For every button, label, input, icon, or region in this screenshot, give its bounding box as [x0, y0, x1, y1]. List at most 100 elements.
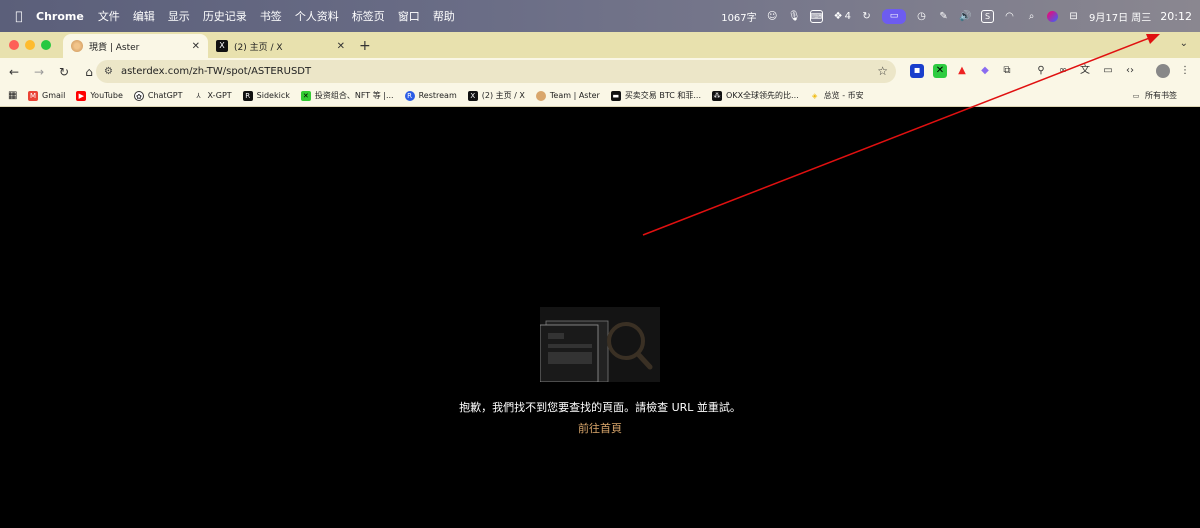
aster-favicon-icon [71, 40, 83, 52]
extension-glasses-icon[interactable]: ∞ [1056, 64, 1070, 78]
bookmark-label: 总览 - 币安 [823, 91, 864, 100]
menu-view[interactable]: 显示 [168, 8, 190, 24]
wechat-badge-count: 4 [844, 10, 852, 22]
bookmark-sidekick[interactable]: R Sidekick [242, 90, 290, 101]
extension-bike-icon[interactable]: ⚲ [1034, 64, 1048, 78]
bookmark-chatgpt[interactable]: ✿ ChatGPT [133, 90, 183, 101]
menu-history[interactable]: 历史记录 [203, 8, 247, 24]
cast-icon[interactable]: ▭ [1101, 64, 1115, 78]
extension-blue-icon[interactable]: ▪ [910, 64, 924, 78]
bookmark-gmail[interactable]: M Gmail [28, 90, 65, 101]
extension-purple-icon[interactable]: ◆ [978, 64, 992, 78]
control-center-icon[interactable]: ⊟ [1067, 10, 1080, 23]
forward-button[interactable]: → [28, 65, 50, 79]
go-home-link[interactable]: 前往首頁 [0, 420, 1200, 436]
new-tab-button[interactable]: + [359, 38, 371, 54]
apps-grid-icon[interactable]: ▦ [8, 90, 18, 101]
chatgpt-icon: ✿ [133, 90, 144, 101]
extension-green-icon[interactable]: ✕ [933, 64, 947, 78]
bookmark-restream[interactable]: R Restream [404, 90, 457, 101]
close-tab-icon[interactable]: ✕ [192, 41, 200, 52]
wechat-icon: ❖ [833, 10, 843, 22]
menu-file[interactable]: 文件 [98, 8, 120, 24]
menu-help[interactable]: 帮助 [433, 8, 455, 24]
browser-toolbar: ← → ↻ ⌂ ⚙ asterdex.com/zh-TW/spot/ASTERU… [0, 58, 1200, 85]
microphone-icon[interactable]: 🎙 [788, 10, 801, 23]
bookmark-label: 投资组合、NFT 等 |... [314, 91, 394, 100]
menubar-status-area: 1067字 ☺ 🎙 ⌨ ❖ 4 ↻ ▭ ◷ ✎ 🔊 S ◠ ⌕ ⊟ 9月17日 周… [721, 0, 1192, 32]
not-found-message: 抱歉，我們找不到您要查找的頁面。請檢查 URL 並重試。 [459, 401, 741, 414]
extension-red-icon[interactable]: ▲ [955, 64, 969, 78]
menu-tab[interactable]: 标签页 [352, 8, 385, 24]
bookmark-label: Restream [418, 91, 457, 100]
tab-search-chevron-down-icon[interactable]: ⌄ [1180, 38, 1188, 49]
bookmarks-bar: ▦ M Gmail ▶ YouTube ✿ ChatGPT ⅄ X-GPT R Sidek… [0, 85, 1200, 107]
clock-icon[interactable]: ◷ [915, 10, 928, 23]
wifi-icon[interactable]: ◠ [1003, 10, 1016, 23]
site-info-icon[interactable]: ⚙ [104, 66, 113, 77]
apple-icon[interactable]:  [12, 9, 26, 23]
folder-icon: ▭ [1132, 91, 1140, 100]
window-controls [9, 40, 51, 50]
extensions-puzzle-icon[interactable]: ⧉ [1000, 64, 1014, 78]
sketch-icon[interactable]: S [981, 9, 995, 23]
x-gpt-icon: ⅄ [196, 91, 201, 100]
bookmark-star-icon[interactable]: ☆ [877, 64, 888, 78]
menu-profiles[interactable]: 个人资料 [295, 8, 339, 24]
close-window-button[interactable] [9, 40, 19, 50]
notes-icon[interactable]: ✎ [937, 10, 950, 23]
aster-icon [535, 90, 546, 101]
bookmark-label: 买卖交易 BTC 和菲... [624, 91, 702, 100]
wechat-status[interactable]: ❖ 4 [832, 10, 851, 23]
menubar-date[interactable]: 9月17日 周三 [1089, 9, 1151, 24]
volume-icon[interactable]: 🔊 [959, 10, 972, 23]
address-bar[interactable]: ⚙ asterdex.com/zh-TW/spot/ASTERUSDT ☆ [96, 60, 896, 83]
emoji-icon[interactable]: ☺ [766, 10, 779, 23]
sync-icon[interactable]: ↻ [860, 10, 873, 23]
word-count-status[interactable]: 1067字 [721, 9, 756, 24]
devtools-code-icon[interactable]: ‹› [1123, 64, 1137, 78]
menubar-time[interactable]: 20:12 [1160, 10, 1192, 23]
menu-edit[interactable]: 编辑 [133, 8, 155, 24]
spotlight-search-icon[interactable]: ⌕ [1025, 10, 1038, 23]
bookmark-label: Team | Aster [549, 91, 600, 100]
menu-window[interactable]: 窗口 [398, 8, 420, 24]
bookmark-okx[interactable]: ⁂ OKX全球领先的比... [712, 90, 799, 101]
gmail-icon: M [28, 90, 38, 101]
close-tab-icon[interactable]: ✕ [337, 41, 345, 52]
macos-menu-bar:  Chrome 文件 编辑 显示 历史记录 书签 个人资料 标签页 窗口 帮助… [0, 0, 1200, 32]
back-button[interactable]: ← [3, 65, 25, 79]
bookmark-youtube[interactable]: ▶ YouTube [76, 90, 123, 101]
bookmark-team-aster[interactable]: Team | Aster [535, 90, 600, 101]
reload-button[interactable]: ↻ [53, 65, 75, 79]
bookmark-label: Sidekick [256, 91, 290, 100]
youtube-icon: ▶ [76, 90, 87, 101]
url-text[interactable]: asterdex.com/zh-TW/spot/ASTERUSDT [121, 66, 311, 77]
tab-aster-spot[interactable]: 現貨 | Aster ✕ [63, 34, 208, 58]
okx-icon: ⁂ [712, 90, 723, 101]
all-bookmarks-folder[interactable]: ▭ 所有书签 [1131, 90, 1177, 101]
siri-icon[interactable] [1047, 10, 1059, 22]
restream-icon: R [404, 90, 415, 101]
bookmark-label: 所有书签 [1145, 91, 1177, 100]
bookmark-x-home[interactable]: X (2) 主页 / X [467, 90, 525, 101]
more-menu-icon[interactable]: ⋮ [1178, 64, 1192, 78]
screen-mirror-icon[interactable]: ▭ [882, 8, 907, 24]
bookmark-label: OKX全球领先的比... [726, 91, 799, 100]
x-favicon-icon: X [216, 40, 228, 52]
menu-app-name[interactable]: Chrome [36, 10, 84, 23]
menu-bookmarks[interactable]: 书签 [260, 8, 282, 24]
portfolio-icon: ✕ [300, 90, 311, 101]
bookmark-binance[interactable]: ◈ 总览 - 币安 [810, 90, 864, 101]
bookmark-label: ChatGPT [147, 91, 183, 100]
zoom-window-button[interactable] [41, 40, 51, 50]
translate-icon[interactable]: 文 [1078, 64, 1092, 78]
tab-x-home[interactable]: X (2) 主页 / X ✕ [208, 34, 353, 58]
minimize-window-button[interactable] [25, 40, 35, 50]
tab-title: 現貨 | Aster [89, 42, 140, 53]
bookmark-x-gpt[interactable]: ⅄ X-GPT [193, 91, 231, 101]
profile-avatar[interactable] [1156, 64, 1170, 78]
bookmark-btc-trade[interactable]: ▬ 买卖交易 BTC 和菲... [610, 90, 702, 101]
keyboard-icon[interactable]: ⌨ [809, 9, 823, 23]
bookmark-portfolio[interactable]: ✕ 投资组合、NFT 等 |... [300, 90, 394, 101]
